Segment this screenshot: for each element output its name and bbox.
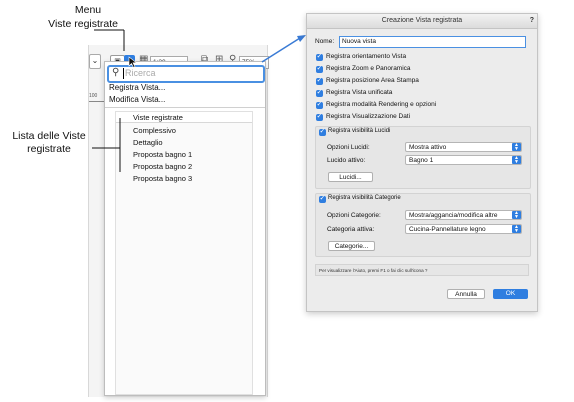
active-layer-label: Lucido attivo: bbox=[327, 157, 366, 164]
stepper-icon: ▲ ▼ bbox=[512, 225, 521, 234]
category-options-label: Opzioni Categorie: bbox=[327, 212, 381, 219]
categories-group: Registra visibilità Categorie Opzioni Ca… bbox=[315, 193, 531, 257]
checkbox-label: Registra modalità Rendering e opzioni bbox=[326, 101, 437, 108]
categories-button[interactable]: Categorie... bbox=[328, 241, 375, 251]
ok-button[interactable]: OK bbox=[493, 289, 528, 299]
active-category-label: Categoria attiva: bbox=[327, 226, 375, 233]
dialog-title: Creazione Vista registrata bbox=[307, 14, 537, 29]
checkbox-label: Registra posizione Area Stampa bbox=[326, 77, 419, 84]
name-field[interactable]: Nuova vista bbox=[339, 36, 526, 48]
help-text: Per visualizzare l'Aiuto, premi F1 o fai… bbox=[315, 264, 529, 276]
active-layer-select[interactable]: Bagno 1 ▲ ▼ bbox=[405, 155, 522, 165]
layers-button[interactable]: Lucidi... bbox=[328, 172, 373, 182]
pointer-arrow-head bbox=[297, 35, 306, 42]
category-options-value: Mostra/aggancia/modifica altre bbox=[409, 212, 498, 219]
stepper-icon: ▲ ▼ bbox=[512, 211, 521, 220]
create-saved-view-dialog: Creazione Vista registrata ? Nome: Nuova… bbox=[306, 13, 538, 312]
stepper-icon: ▲ ▼ bbox=[512, 156, 521, 165]
checkbox-categories-visibility[interactable] bbox=[319, 194, 326, 203]
active-layer-value: Bagno 1 bbox=[409, 157, 434, 164]
layer-options-value: Mostra attivo bbox=[409, 144, 447, 151]
pointer-arrow-line bbox=[261, 37, 301, 63]
category-options-select[interactable]: Mostra/aggancia/modifica altre ▲ ▼ bbox=[405, 210, 522, 220]
active-category-value: Cucina-Pannellature legno bbox=[409, 226, 486, 233]
checkbox-label: Registra visibilità Lucidi bbox=[328, 128, 391, 134]
active-category-select[interactable]: Cucina-Pannellature legno ▲ ▼ bbox=[405, 224, 522, 234]
checkbox-orientation[interactable] bbox=[316, 52, 323, 61]
cancel-button[interactable]: Annulla bbox=[447, 289, 485, 299]
stepper-icon: ▲ ▼ bbox=[512, 143, 521, 152]
layers-group: Registra visibilità Lucidi Opzioni Lucid… bbox=[315, 126, 531, 189]
checkbox-label: Registra Zoom e Panoramica bbox=[326, 65, 411, 72]
checkbox-rendering[interactable] bbox=[316, 100, 323, 109]
mouse-cursor-icon bbox=[128, 56, 138, 68]
name-label: Nome: bbox=[315, 38, 335, 45]
checkbox-print-area[interactable] bbox=[316, 76, 323, 85]
layer-options-label: Opzioni Lucidi: bbox=[327, 144, 370, 151]
help-question-button[interactable]: ? bbox=[530, 14, 534, 28]
checkbox-label: Registra orientamento Vista bbox=[326, 53, 407, 60]
checkbox-label: Registra visibilità Categorie bbox=[328, 195, 401, 201]
checkbox-data-visualization[interactable] bbox=[316, 112, 323, 121]
checkbox-label: Registra Visualizzazione Dati bbox=[326, 113, 411, 120]
checkbox-zoom-pan[interactable] bbox=[316, 64, 323, 73]
checkbox-layers-visibility[interactable] bbox=[319, 127, 326, 136]
layer-options-select[interactable]: Mostra attivo ▲ ▼ bbox=[405, 142, 522, 152]
checkbox-unified-view[interactable] bbox=[316, 88, 323, 97]
checkbox-label: Registra Vista unificata bbox=[326, 89, 393, 96]
